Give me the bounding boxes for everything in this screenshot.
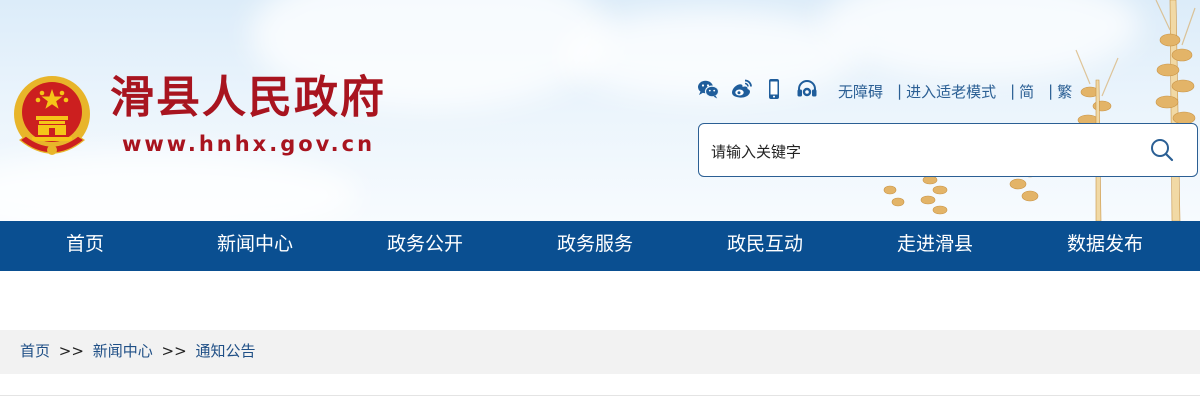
weibo-icon[interactable] xyxy=(729,77,753,101)
site-title: 滑县人民政府 xyxy=(110,72,386,123)
breadcrumb-item-notices[interactable]: 通知公告 xyxy=(195,342,255,360)
headset-icon[interactable] xyxy=(795,77,819,101)
breadcrumb-item-news-center[interactable]: 新闻中心 xyxy=(93,342,153,360)
breadcrumb: 首页 >> 新闻中心 >> 通知公告 xyxy=(0,330,1200,374)
traditional-chinese-link[interactable]: 繁 xyxy=(1057,81,1072,102)
simplified-chinese-link[interactable]: 简 xyxy=(1019,81,1034,102)
search-icon[interactable] xyxy=(1149,137,1175,163)
main-nav: 首页 新闻中心 政务公开 政务服务 政民互动 走进滑县 数据发布 xyxy=(0,221,1200,271)
wechat-icon[interactable] xyxy=(696,77,720,101)
nav-item-government-services[interactable]: 政务服务 xyxy=(557,221,633,271)
nav-item-data-release[interactable]: 数据发布 xyxy=(1067,221,1143,271)
link-separator: | xyxy=(1010,82,1016,100)
nav-item-about-county[interactable]: 走进滑县 xyxy=(897,221,973,271)
nav-item-news-center[interactable]: 新闻中心 xyxy=(217,221,293,271)
breadcrumb-separator: >> xyxy=(161,342,187,360)
search-input[interactable] xyxy=(709,136,1133,168)
breadcrumb-item-home[interactable]: 首页 xyxy=(20,342,50,360)
nav-item-home[interactable]: 首页 xyxy=(66,221,104,271)
link-separator: | xyxy=(897,82,903,100)
search-box xyxy=(698,123,1198,177)
nav-item-interaction[interactable]: 政民互动 xyxy=(727,221,803,271)
site-header: 滑县人民政府 www.hnhx.gov.cn 无障碍 | 进入适老模式 | 简 … xyxy=(0,0,1200,221)
content-divider xyxy=(0,395,1200,396)
nav-item-government-affairs[interactable]: 政务公开 xyxy=(387,221,463,271)
site-url[interactable]: www.hnhx.gov.cn xyxy=(122,130,375,158)
elderly-mode-link[interactable]: 进入适老模式 xyxy=(906,81,996,102)
top-links: 无障碍 | 进入适老模式 | 简 | 繁 xyxy=(838,80,1072,102)
national-emblem-icon xyxy=(14,76,90,155)
wheat-decoration xyxy=(883,0,1196,221)
mobile-icon[interactable] xyxy=(762,77,786,101)
social-icons xyxy=(696,76,819,102)
link-separator: | xyxy=(1048,82,1054,100)
accessibility-link[interactable]: 无障碍 xyxy=(838,81,883,102)
breadcrumb-separator: >> xyxy=(58,342,84,360)
